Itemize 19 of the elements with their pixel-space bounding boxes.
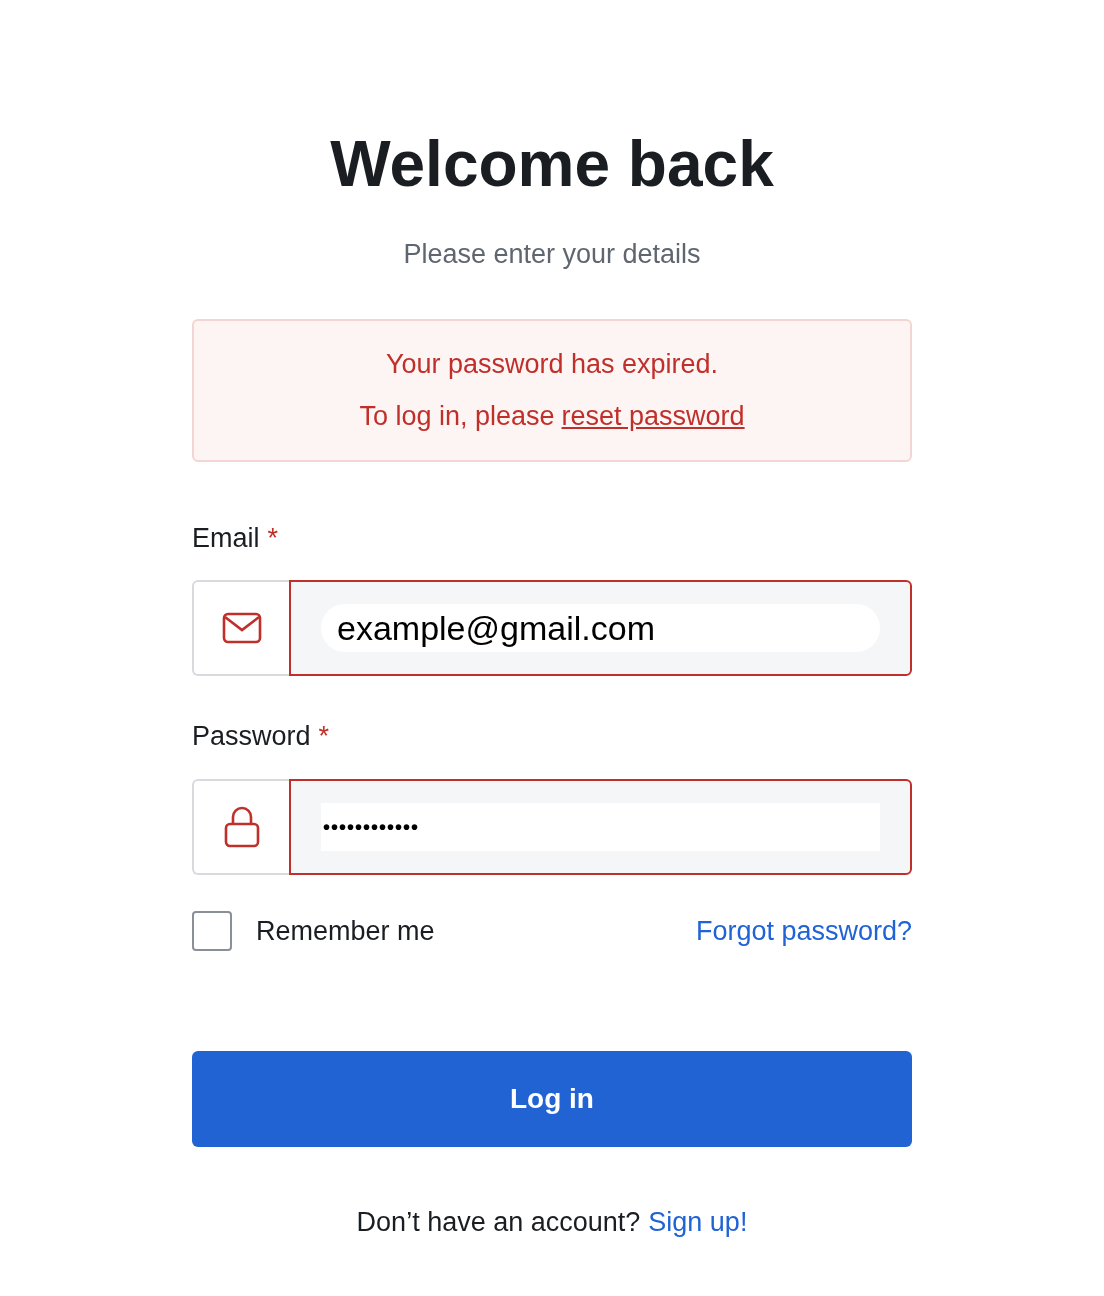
password-field[interactable]: •••••••••••• — [289, 778, 912, 875]
signup-prompt: Don’t have an account? — [356, 1206, 641, 1239]
login-button[interactable]: Log in — [192, 1051, 912, 1147]
required-asterisk: * — [318, 720, 330, 753]
lock-icon — [223, 805, 260, 848]
email-field[interactable]: example@gmail.com — [289, 580, 912, 676]
reset-password-link[interactable]: reset password — [561, 396, 745, 437]
remember-checkbox[interactable] — [192, 910, 232, 951]
alert-message: Your password has expired. — [385, 347, 719, 381]
forgot-password-link[interactable]: Forgot password? — [695, 910, 912, 951]
mail-icon — [221, 612, 262, 644]
page-title: Welcome back — [330, 132, 774, 196]
field-label: Email — [192, 521, 260, 555]
alert-message: To log in, please — [359, 400, 555, 433]
required-asterisk: * — [267, 521, 279, 555]
page-subtitle: Please enter your details — [403, 238, 701, 271]
checkbox-label: Remember me — [256, 914, 435, 948]
field-label: Password — [192, 720, 311, 753]
signup-link[interactable]: Sign up! — [648, 1202, 748, 1243]
